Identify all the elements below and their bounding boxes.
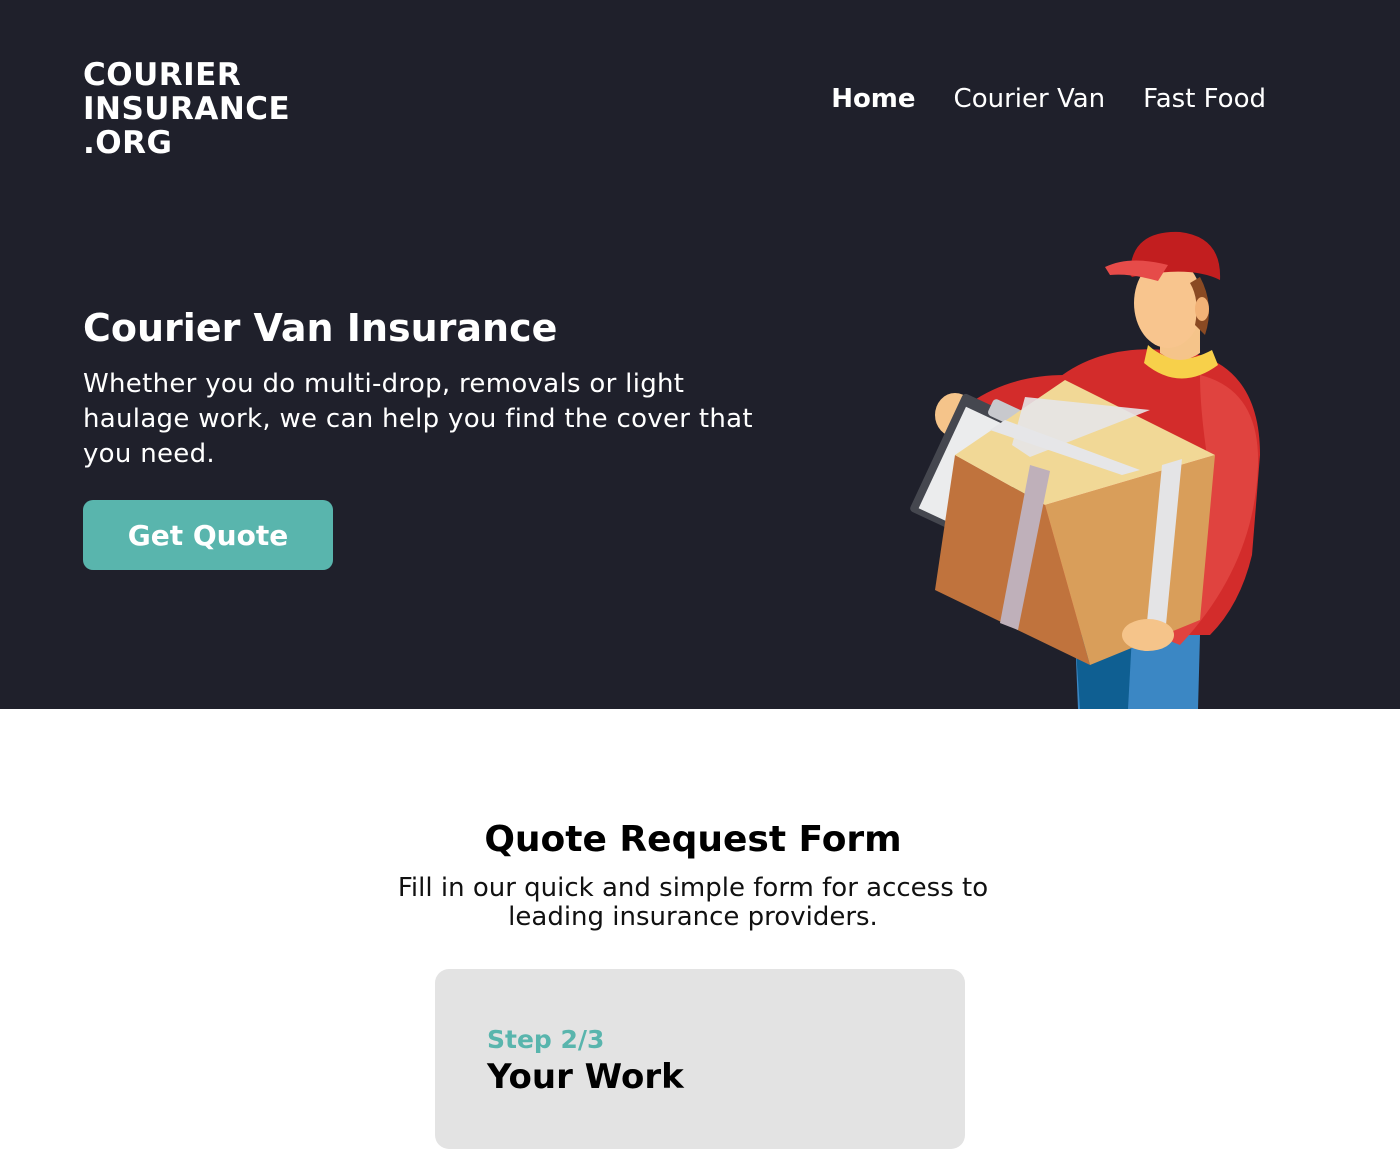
logo-line-2: INSURANCE — [83, 91, 291, 127]
quote-form-subtitle: Fill in our quick and simple form for ac… — [397, 873, 989, 932]
quote-form-card: Step 2/3 Your Work — [435, 969, 965, 1149]
logo-line-3: .ORG — [83, 125, 173, 161]
get-quote-button[interactable]: Get Quote — [83, 500, 333, 570]
step-title: Your Work — [487, 1057, 684, 1097]
nav-item-home[interactable]: Home — [831, 84, 915, 114]
step-indicator: Step 2/3 — [487, 1025, 605, 1054]
nav-item-fast-food[interactable]: Fast Food — [1143, 84, 1266, 114]
main-nav: Home Courier Van Fast Food — [831, 84, 1266, 114]
hero-title: Courier Van Insurance — [83, 306, 558, 350]
logo-line-1: COURIER — [83, 57, 242, 93]
site-logo[interactable]: COURIER INSURANCE .ORG — [83, 58, 290, 160]
courier-illustration-icon — [910, 231, 1260, 709]
hero-subtitle: Whether you do multi-drop, removals or l… — [83, 369, 753, 469]
hero-section: COURIER INSURANCE .ORG Home Courier Van … — [0, 0, 1400, 709]
nav-item-courier-van[interactable]: Courier Van — [954, 84, 1106, 114]
quote-form-title: Quote Request Form — [484, 819, 902, 860]
